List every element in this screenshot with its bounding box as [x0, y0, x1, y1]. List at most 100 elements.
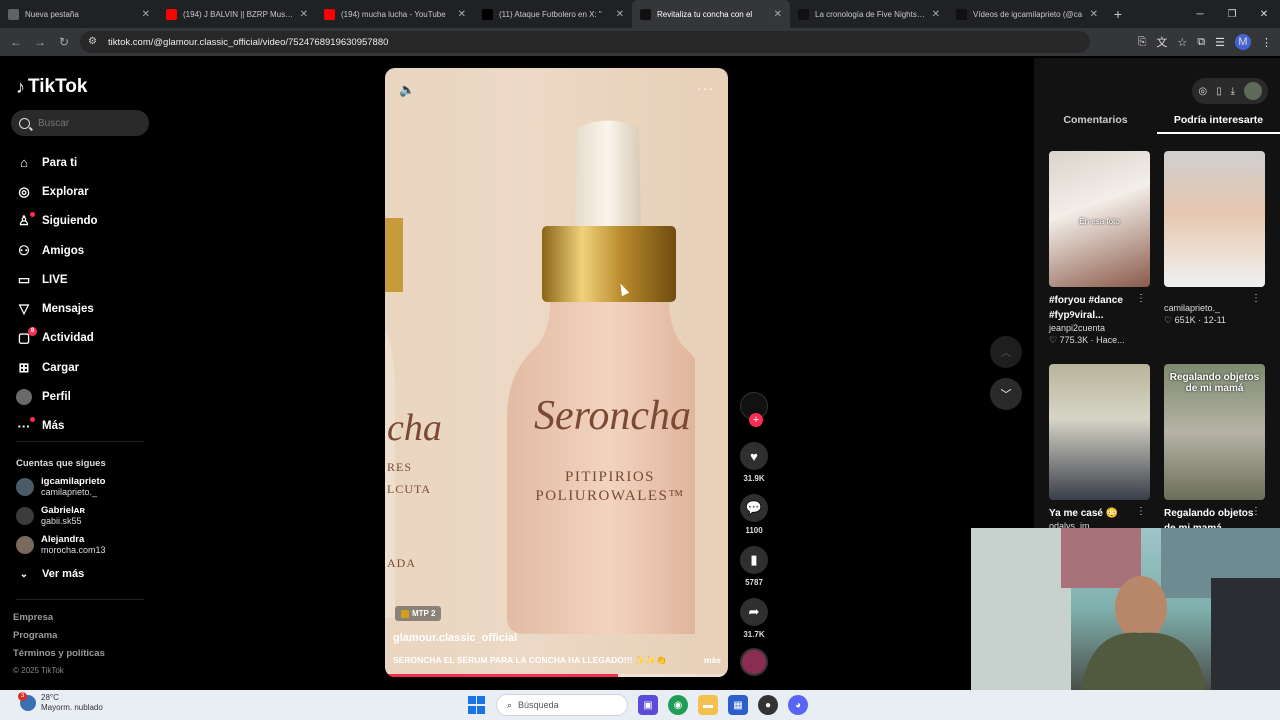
tab-close-icon[interactable]: ✕ [1090, 9, 1098, 20]
menu-item-para-ti[interactable]: ⌂ Para ti [16, 148, 98, 177]
close-window-icon[interactable]: ✕ [1248, 0, 1280, 28]
video-thumbnail[interactable] [1049, 364, 1150, 500]
forward-icon[interactable]: → [28, 30, 52, 54]
video-player[interactable]: Seroncha PITIPIRIOS POLIUROWALES™ cha RE… [385, 68, 728, 677]
browser-menu-icon[interactable]: ⋮ [1261, 36, 1272, 49]
url-bar[interactable]: ⚙ tiktok.com/@glamour.classic_official/v… [80, 31, 1090, 53]
menu-item-explorar[interactable]: ◎ Explorar [16, 177, 98, 206]
minimize-icon[interactable]: ─ [1184, 0, 1216, 28]
following-title: Cuentas que sigues [16, 458, 106, 469]
tab-close-icon[interactable]: ✕ [932, 9, 940, 20]
download-icon[interactable]: ⤓ [1231, 86, 1235, 97]
video-author[interactable]: glamour.classic_official · 7-8 [393, 632, 543, 644]
tab-suggestions[interactable]: Podría interesarte [1157, 114, 1280, 134]
card-more-icon[interactable]: ⋮ [1251, 293, 1261, 304]
site-info-icon[interactable]: ⚙ [88, 36, 100, 48]
app-icon[interactable]: ● [758, 695, 778, 715]
reload-icon[interactable]: ↻ [52, 30, 76, 54]
browser-tab[interactable]: (194) mucha lucha - YouTube ✕ [316, 0, 474, 28]
install-icon[interactable]: ⎘ [1138, 36, 1147, 49]
menu-item-actividad[interactable]: ▢ 8 Actividad [16, 324, 98, 353]
comment-button[interactable]: 💬 1100 [738, 494, 770, 535]
card-more-icon[interactable]: ⋮ [1251, 506, 1261, 517]
video-progress-bar[interactable] [385, 674, 728, 677]
footer-link[interactable]: Términos y políticas [13, 648, 105, 666]
like-button[interactable]: ♥ 31.9K [738, 442, 770, 483]
discord-icon[interactable]: ◕ [788, 695, 808, 715]
creator-avatar[interactable]: + [740, 392, 768, 427]
search-box[interactable] [11, 110, 149, 136]
browser-tab[interactable]: Nueva pestaña ✕ [0, 0, 158, 28]
card-user[interactable]: jeanpi2cuenta [1049, 323, 1150, 333]
browser-tab[interactable]: Vídeos de igcamilaprieto (@ca ✕ [948, 0, 1106, 28]
card-more-icon[interactable]: ⋮ [1136, 506, 1146, 517]
compass-icon[interactable]: ◎ [1198, 86, 1207, 97]
follow-plus-icon[interactable]: + [749, 413, 763, 427]
menu-item-live[interactable]: ▭ LIVE [16, 265, 98, 294]
menu-label: Perfil [42, 391, 71, 404]
browser-tab[interactable]: La cronología de Five Nights at ✕ [790, 0, 948, 28]
suggested-video-card[interactable]: Regalando objetos de mi mamá Regalando o… [1164, 364, 1265, 536]
profile-avatar[interactable]: M [1235, 34, 1251, 50]
menu-item-mensajes[interactable]: ▽ Mensajes [16, 294, 98, 323]
translate-icon[interactable]: 文 [1156, 34, 1167, 50]
tab-close-icon[interactable]: ✕ [774, 9, 782, 20]
suggested-video-card[interactable]: ⋮ camilaprieto._ ♡ 651K · 12-11 [1164, 151, 1265, 326]
suggested-video-card[interactable]: Ya me casé 😳 ⋮ odalys_im [1049, 364, 1150, 531]
menu-item-cargar[interactable]: ⊞ Cargar [16, 353, 98, 382]
video-tag[interactable]: MTP 2 [395, 606, 442, 621]
tab-title: Nueva pestaña [25, 9, 79, 19]
back-icon[interactable]: ← [4, 30, 28, 54]
menu-item-siguiendo[interactable]: ♙ Siguiendo [16, 207, 98, 236]
new-tab-icon[interactable]: + [1106, 6, 1130, 22]
file-explorer-icon[interactable]: ▬ [698, 695, 718, 715]
browser-tab[interactable]: (11) Ataque Futbolero en X: " ✕ [474, 0, 632, 28]
share-button[interactable]: ➦ 31.7K [738, 598, 770, 639]
footer-link[interactable]: Empresa [13, 612, 105, 630]
previous-video-button[interactable]: ︿ [990, 336, 1022, 368]
menu-item-perfil[interactable]: Perfil [16, 382, 98, 411]
user-avatar[interactable] [1244, 82, 1262, 100]
store-icon[interactable]: ▦ [728, 695, 748, 715]
volume-icon[interactable]: 🔈 [399, 82, 415, 98]
footer-link[interactable]: Programa [13, 630, 105, 648]
tiktok-logo[interactable]: ♪ TikTok [16, 76, 87, 98]
followed-account[interactable]: igcamilaprieto camilaprieto._ [16, 476, 105, 498]
tab-close-icon[interactable]: ✕ [300, 9, 308, 20]
video-thumbnail[interactable] [1164, 151, 1265, 287]
menu-item-amigos[interactable]: ⚇ Amigos [16, 236, 98, 265]
more-options-icon[interactable]: ··· [697, 80, 714, 96]
tab-search-icon[interactable]: ☰ [1215, 36, 1225, 49]
caption-more-button[interactable]: más [704, 655, 721, 665]
suggested-video-card[interactable]: En esa foto #foryou #dance #fyp୨viral...… [1049, 151, 1150, 346]
restore-icon[interactable]: ❐ [1216, 0, 1248, 28]
next-video-button[interactable]: ﹀ [990, 378, 1022, 410]
menu-item-más[interactable]: ··· Más [16, 412, 98, 441]
tab-close-icon[interactable]: ✕ [616, 9, 624, 20]
search-input[interactable] [38, 117, 138, 129]
tab-comments[interactable]: Comentarios [1034, 114, 1157, 134]
tab-close-icon[interactable]: ✕ [142, 9, 150, 20]
extensions-icon[interactable]: ⧉ [1197, 36, 1205, 49]
teams-icon[interactable]: ▣ [638, 695, 658, 715]
chrome-icon[interactable]: ◉ [668, 695, 688, 715]
video-thumbnail[interactable]: Regalando objetos de mi mamá [1164, 364, 1265, 500]
save-button[interactable]: ▮ 5787 [738, 546, 770, 587]
card-user[interactable]: camilaprieto._ [1164, 303, 1265, 313]
followed-account[interactable]: Alejandra morocha.com13 [16, 534, 106, 556]
bookmark-star-icon[interactable]: ☆ [1177, 36, 1187, 49]
music-disc[interactable] [740, 648, 768, 676]
caption-text: SERONCHA EL SERUM PARA LA CONCHA HA LLEG… [393, 655, 667, 665]
browser-tab[interactable]: Revitaliza tu concha con el ✕ [632, 0, 790, 28]
see-more-button[interactable]: ⌄ Ver más [16, 568, 84, 580]
video-thumbnail[interactable]: En esa foto [1049, 151, 1150, 287]
tab-close-icon[interactable]: ✕ [458, 9, 466, 20]
followed-account[interactable]: Gabrielᴀʀ gabii.sk55 [16, 505, 85, 527]
weather-widget[interactable]: 3 28°C Mayorm. nublado [18, 692, 103, 713]
windows-start-icon[interactable] [468, 696, 486, 714]
author-name[interactable]: glamour.classic_official [393, 632, 517, 644]
card-more-icon[interactable]: ⋮ [1136, 293, 1146, 304]
taskbar-search[interactable]: ⌕ Búsqueda [496, 694, 628, 716]
browser-tab[interactable]: (194) J BALVIN || BZRP Music Se ✕ [158, 0, 316, 28]
phone-icon[interactable]: ▯ [1216, 86, 1222, 97]
